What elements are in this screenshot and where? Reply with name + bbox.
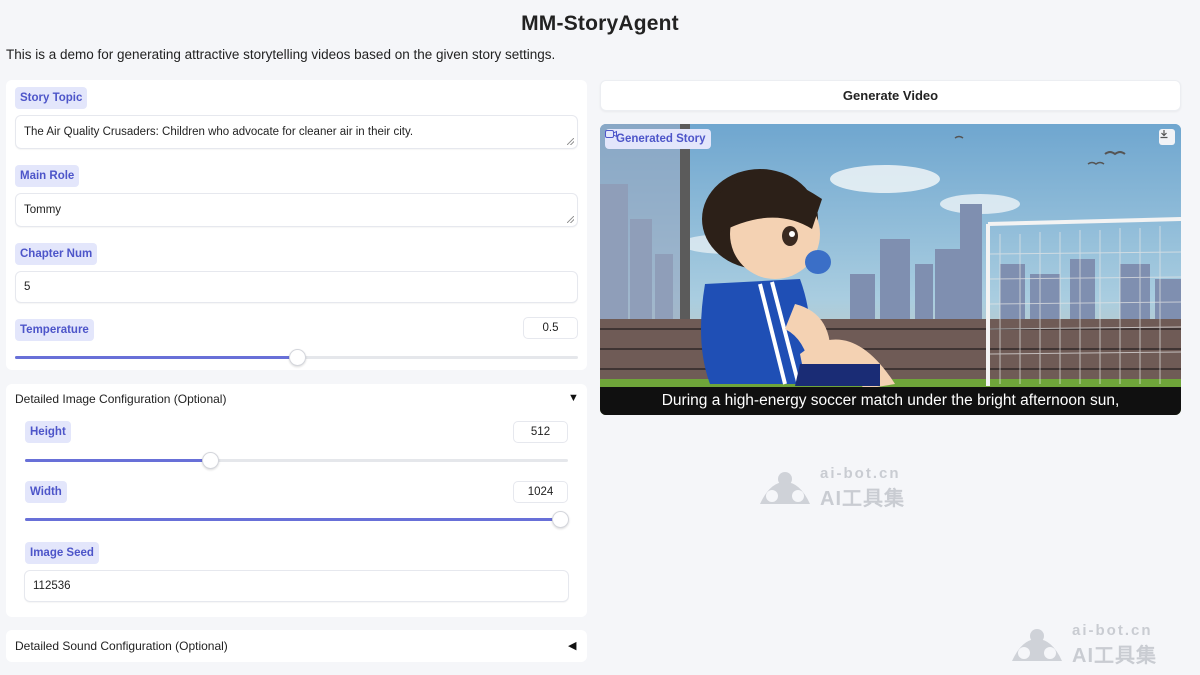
generate-video-button[interactable]: Generate Video (600, 80, 1181, 111)
image-config-header[interactable]: Detailed Image Configuration (Optional) (15, 392, 226, 406)
temperature-slider[interactable] (15, 349, 578, 366)
watermark-logo-icon (760, 472, 810, 504)
watermark-center: ai-bot.cn AI工具集 (758, 465, 905, 511)
width-slider[interactable] (25, 511, 569, 528)
video-caption: During a high-energy soccer match under … (600, 387, 1181, 415)
watermark-line1: ai-bot.cn (820, 465, 901, 482)
story-topic-value: The Air Quality Crusaders: Children who … (24, 126, 414, 138)
resize-handle-icon[interactable] (567, 138, 574, 145)
image-seed-label: Image Seed (25, 542, 99, 564)
watermark-logo-icon (1012, 629, 1062, 661)
height-slider[interactable] (25, 452, 568, 469)
height-slider-fill (25, 459, 210, 462)
main-role-input[interactable]: Tommy (15, 193, 578, 227)
image-seed-value: 112536 (33, 580, 71, 592)
story-topic-input[interactable]: The Air Quality Crusaders: Children who … (15, 115, 578, 149)
sound-config-header[interactable]: Detailed Sound Configuration (Optional) (15, 639, 228, 653)
temperature-number-input[interactable]: 0.5 (523, 317, 578, 339)
height-number-input[interactable]: 512 (513, 421, 568, 443)
main-role-label: Main Role (15, 165, 80, 187)
height-value: 512 (530, 426, 551, 438)
height-slider-thumb[interactable] (201, 452, 219, 469)
image-seed-input[interactable]: 112536 (24, 570, 569, 602)
page-subtitle: This is a demo for generating attractive… (6, 47, 556, 62)
chapter-num-label: Chapter Num (15, 243, 98, 265)
story-settings-panel: Story Topic The Air Quality Crusaders: C… (6, 80, 587, 370)
temperature-value: 0.5 (542, 322, 559, 334)
watermark-line2: AI工具集 (1072, 645, 1157, 667)
chapter-num-value: 5 (24, 281, 31, 293)
generated-story-label-text: Generated Story (616, 133, 706, 145)
watermark-line2: AI工具集 (820, 488, 905, 510)
temperature-slider-fill (15, 356, 297, 359)
width-label: Width (25, 481, 67, 503)
main-role-value: Tommy (24, 204, 62, 216)
download-icon[interactable] (1159, 129, 1175, 145)
story-topic-label: Story Topic (15, 87, 88, 109)
temperature-label: Temperature (15, 319, 94, 341)
video-frame-illustration (600, 124, 1181, 415)
generated-story-label: Generated Story (605, 129, 712, 149)
chapter-num-input[interactable]: 5 (15, 271, 578, 303)
expand-arrow-icon[interactable]: ▼ (568, 392, 579, 404)
temperature-slider-thumb[interactable] (288, 349, 306, 366)
generated-story-video[interactable]: Generated Story During a high-energy soc… (600, 124, 1181, 415)
resize-handle-icon[interactable] (567, 216, 574, 223)
collapse-arrow-icon[interactable]: ◀ (568, 639, 576, 652)
watermark-corner: ai-bot.cn AI工具集 (1010, 622, 1157, 668)
height-label: Height (25, 421, 71, 443)
sound-config-panel[interactable]: Detailed Sound Configuration (Optional) … (6, 630, 587, 662)
width-number-input[interactable]: 1024 (513, 481, 568, 503)
page-title: MM-StoryAgent (521, 12, 679, 35)
width-value: 1024 (527, 486, 554, 498)
watermark-line1: ai-bot.cn (1072, 622, 1153, 639)
width-slider-fill (25, 518, 560, 521)
image-config-panel: Detailed Image Configuration (Optional) … (6, 384, 587, 617)
width-slider-thumb[interactable] (552, 511, 569, 528)
